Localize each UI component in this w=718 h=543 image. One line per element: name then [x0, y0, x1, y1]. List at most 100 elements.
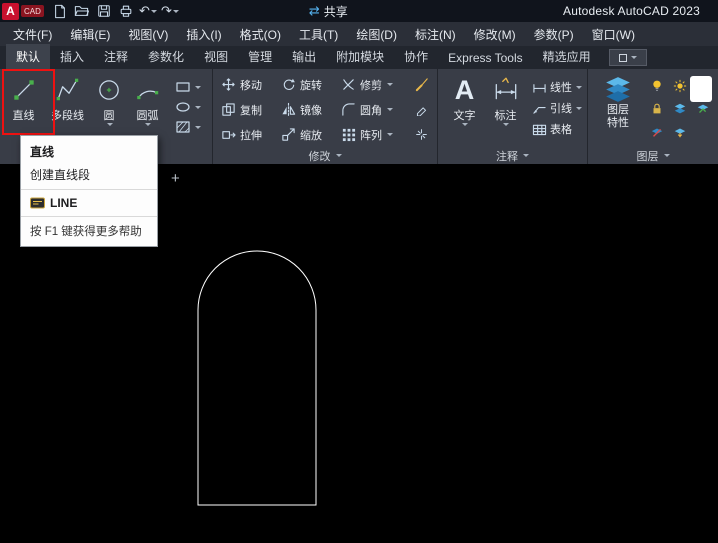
undo-caret-icon [151, 10, 157, 13]
workspace-caret-icon [631, 56, 637, 59]
layer-isolate-button[interactable] [669, 75, 690, 96]
hatch-tool-button[interactable] [175, 120, 201, 134]
trim-icon [341, 77, 356, 92]
move-icon [221, 77, 236, 92]
new-drawing-button[interactable] [49, 1, 71, 21]
move-tool-button[interactable]: 移动 [221, 77, 281, 93]
tab-featured-apps[interactable]: 精选应用 [533, 44, 601, 69]
layer-state-button[interactable] [669, 98, 690, 119]
dimension-tool-button[interactable]: 标注 [485, 72, 526, 137]
menu-parametric[interactable]: 参数(P) [525, 22, 583, 46]
menu-window[interactable]: 窗口(W) [583, 22, 644, 46]
text-icon: A [455, 77, 475, 104]
line-tool-button[interactable]: 直线 [3, 72, 44, 134]
mirror-tool-button[interactable]: 镜像 [281, 102, 341, 118]
text-tool-button[interactable]: A 文字 [444, 72, 485, 137]
share-button[interactable]: ⇄ 共享 [309, 3, 348, 20]
autocad-logo-cad-badge: CAD [21, 5, 44, 17]
menu-tools[interactable]: 工具(T) [290, 22, 347, 46]
tab-parametric[interactable]: 参数化 [138, 44, 194, 69]
tab-manage[interactable]: 管理 [238, 44, 282, 69]
tab-annotate[interactable]: 注释 [94, 44, 138, 69]
layer-off-button[interactable] [646, 121, 667, 142]
array-icon [341, 127, 356, 142]
layer-properties-label-line2: 特性 [607, 117, 629, 130]
workspace-switch-button[interactable] [609, 49, 647, 66]
tab-addins[interactable]: 附加模块 [326, 44, 394, 69]
rectangle-caret-icon [195, 86, 201, 89]
dimension-caret-icon [503, 123, 509, 126]
save-button[interactable] [93, 1, 115, 21]
text-label: 文字 [454, 107, 476, 123]
layer-properties-button[interactable]: 图层 特性 [594, 72, 642, 142]
layer-lock-icon [650, 102, 664, 116]
tab-insert[interactable]: 插入 [50, 44, 94, 69]
layer-on-button[interactable] [646, 75, 667, 96]
workspace-icon [619, 54, 627, 62]
menubar: 文件(F) 编辑(E) 视图(V) 插入(I) 格式(O) 工具(T) 绘图(D… [0, 22, 718, 46]
mirror-label: 镜像 [300, 102, 322, 118]
menu-modify[interactable]: 修改(M) [465, 22, 525, 46]
rectangle-icon [175, 80, 191, 94]
share-label: 共享 [324, 3, 348, 20]
table-button[interactable]: 表格 [532, 121, 582, 137]
arc-flyout-caret-icon [145, 123, 151, 126]
menu-format[interactable]: 格式(O) [231, 22, 290, 46]
leader-button[interactable]: 引线 [532, 100, 582, 116]
tab-view[interactable]: 视图 [194, 44, 238, 69]
menu-dimension[interactable]: 标注(N) [406, 22, 465, 46]
leader-icon [532, 102, 547, 115]
ellipse-icon [175, 100, 191, 114]
printer-icon [119, 4, 133, 18]
annotate-panel-title: 注释 [496, 148, 518, 164]
plot-button[interactable] [115, 1, 137, 21]
polyline-icon [54, 76, 82, 104]
annotate-panel-footer[interactable]: 注释 [438, 148, 587, 163]
layers-panel-footer[interactable]: 图层 [588, 148, 718, 163]
copy-tool-button[interactable]: 复制 [221, 102, 281, 118]
layer-match-icon [696, 102, 710, 116]
annotate-panel: A 文字 标注 [438, 69, 588, 164]
tab-output[interactable]: 输出 [282, 44, 326, 69]
stretch-tool-button[interactable]: 拉伸 [221, 127, 281, 143]
menu-insert[interactable]: 插入(I) [177, 22, 230, 46]
arc-tool-button[interactable]: 圆弧 [127, 72, 168, 134]
modify-panel-footer[interactable]: 修改 [213, 148, 437, 163]
array-tool-button[interactable]: 阵列 [341, 127, 415, 143]
menu-edit[interactable]: 编辑(E) [61, 22, 119, 46]
menu-file[interactable]: 文件(F) [4, 22, 61, 46]
erase-tool-button[interactable] [415, 103, 439, 116]
save-icon [97, 4, 111, 18]
redo-icon: ↷ [161, 5, 172, 18]
ellipse-tool-button[interactable] [175, 100, 201, 114]
table-label: 表格 [550, 121, 572, 137]
linear-dimension-button[interactable]: 线性 [532, 79, 582, 95]
leader-caret-icon [576, 107, 582, 110]
open-folder-icon [74, 4, 89, 18]
circle-tool-button[interactable]: 圆 [91, 72, 127, 134]
polyline-tool-button[interactable]: 多段线 [44, 72, 91, 134]
rotate-tool-button[interactable]: 旋转 [281, 77, 341, 93]
undo-button[interactable]: ↶ [137, 1, 159, 21]
fillet-tool-button[interactable]: 圆角 [341, 102, 415, 118]
explode-tool-button[interactable] [415, 128, 439, 141]
tooltip-title: 直线 [30, 143, 148, 160]
layer-lock-button[interactable] [646, 98, 667, 119]
layer-state-icon [673, 102, 687, 116]
match-properties-button[interactable] [415, 77, 439, 92]
layer-color-swatch[interactable] [690, 76, 712, 102]
trim-tool-button[interactable]: 修剪 [341, 77, 415, 93]
rectangle-tool-button[interactable] [175, 80, 201, 94]
layer-prev-button[interactable] [669, 121, 690, 142]
redo-button[interactable]: ↷ [159, 1, 181, 21]
menu-view[interactable]: 视图(V) [119, 22, 177, 46]
scale-tool-button[interactable]: 缩放 [281, 127, 341, 143]
quick-access-toolbar: ↶ ↷ [49, 1, 181, 21]
tab-home[interactable]: 默认 [6, 44, 50, 69]
open-button[interactable] [71, 1, 93, 21]
tab-express-tools[interactable]: Express Tools [438, 47, 532, 69]
tab-collaborate[interactable]: 协作 [394, 44, 438, 69]
menu-draw[interactable]: 绘图(D) [347, 22, 406, 46]
app-menu-button[interactable]: A CAD [0, 0, 49, 22]
layers-panel-title: 图层 [637, 148, 659, 164]
